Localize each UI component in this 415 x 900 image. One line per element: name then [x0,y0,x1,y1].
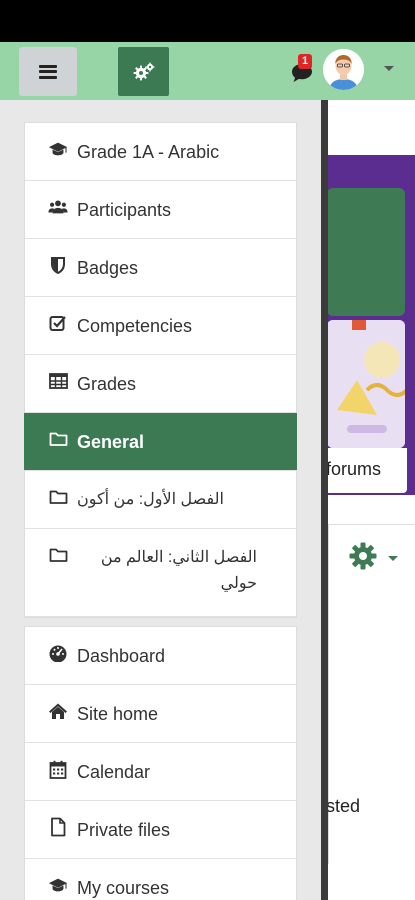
graduation-cap-icon [48,875,68,895]
nav-item-site-home[interactable]: Site home [25,685,296,743]
user-avatar[interactable] [323,49,364,90]
activity-card-image[interactable] [327,320,405,448]
nav-item-general[interactable]: General [24,413,297,471]
section-settings-caret-icon[interactable] [388,556,398,561]
nav-item-label: Site home [77,704,159,724]
nav-item-label: General [77,432,145,452]
message-count-badge: 1 [298,54,312,69]
nav-item-badges[interactable]: Badges [25,239,296,297]
illustration-icon [327,320,405,448]
dashboard-icon [48,643,68,663]
calendar-icon [48,759,68,779]
activity-card[interactable] [327,188,405,316]
hamburger-icon [39,64,57,79]
nav-item-label: Calendar [77,762,151,782]
nav-item-label: الفصل الأول: من أكون [77,491,224,508]
graduation-cap-icon [48,139,68,159]
nav-item-label: My courses [77,878,170,898]
nav-item-label: الفصل الثاني: العالم من حولي [100,549,257,592]
nav-item-label: Badges [77,258,139,278]
user-menu-caret-icon[interactable] [384,66,394,71]
nav-item-label: Competencies [77,316,193,336]
nav-item-participants[interactable]: Participants [25,181,296,239]
users-icon [48,197,68,217]
messages-button[interactable]: 1 [290,54,316,85]
nav-item-competencies[interactable]: Competencies [25,297,296,355]
folder-icon [48,429,68,449]
nav-item-label: Dashboard [77,646,166,666]
nav-item-dashboard[interactable]: Dashboard [25,627,296,685]
nav-item-private-files[interactable]: Private files [25,801,296,859]
nav-item-grades[interactable]: Grades [25,355,296,413]
top-navbar: 1 [0,42,415,100]
site-navigation-list: Dashboard Site home Calendar Private fil… [24,626,297,900]
course-admin-button[interactable] [118,47,169,96]
nav-item-label: Participants [77,200,172,220]
nav-item-section-2[interactable]: الفصل الثاني: العالم من حولي [25,529,296,617]
drawer-toggle-button[interactable] [19,47,77,96]
folder-icon [48,545,68,565]
home-icon [48,701,68,721]
nav-item-section-1[interactable]: الفصل الأول: من أكون [25,471,296,529]
section-settings-gear-icon[interactable] [348,541,378,571]
shield-icon [48,255,68,275]
nav-item-my-courses[interactable]: My courses [25,859,296,900]
folder-icon [48,487,68,507]
table-icon [48,371,68,391]
nav-item-label: Grades [77,374,137,394]
status-bar [0,0,415,42]
check-square-icon [48,313,68,333]
nav-item-label: Private files [77,820,171,840]
nav-item-course-home[interactable]: Grade 1A - Arabic [25,123,296,181]
section-partial-text: sted [326,796,361,816]
course-navigation-list: Grade 1A - Arabic Participants Badges Co… [24,122,297,618]
nav-item-calendar[interactable]: Calendar [25,743,296,801]
file-icon [48,817,68,837]
nav-item-label: Grade 1A - Arabic [77,142,220,162]
avatar-image [323,49,364,90]
forums-label: forums [326,459,382,479]
drawer-scrollbar[interactable] [321,100,328,900]
cogs-icon [133,62,154,80]
